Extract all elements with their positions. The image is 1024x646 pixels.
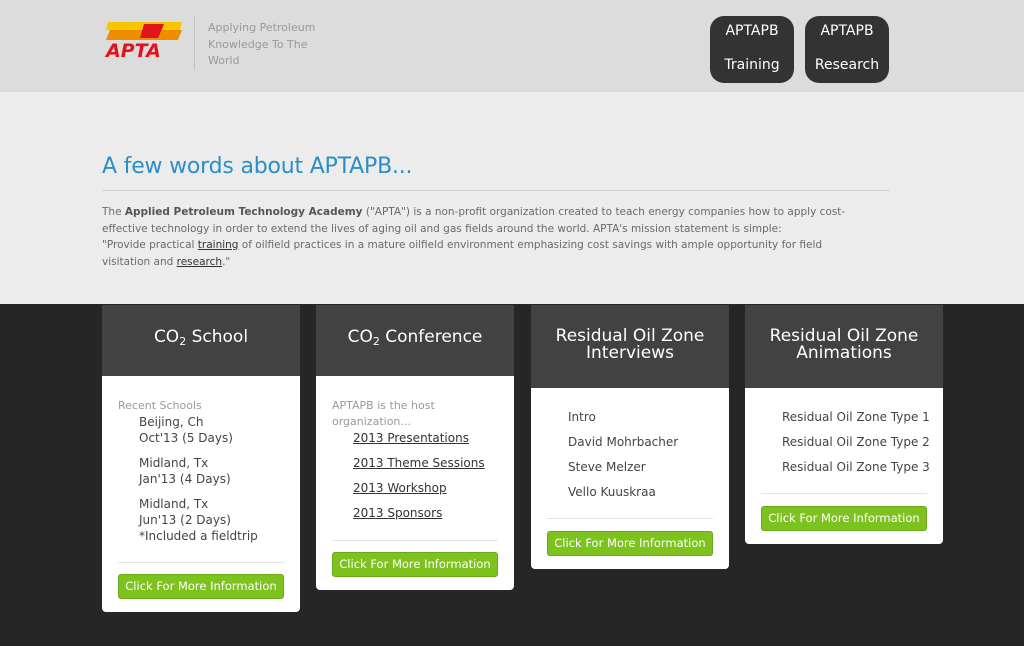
roz-animations-card: Residual Oil Zone Animations Residual Oi…	[745, 305, 943, 544]
card-title: Residual Oil Zone Animations	[745, 305, 943, 388]
theme-sessions-link[interactable]: 2013 Theme Sessions	[353, 451, 485, 476]
about-divider	[102, 190, 890, 191]
about-text-the: The	[102, 206, 125, 218]
interview-list: Intro David Mohrbacher Steve Melzer Vell…	[568, 405, 678, 505]
animation-list: Residual Oil Zone Type 1 Residual Oil Zo…	[782, 405, 930, 480]
school-date: Jun'13 (2 Days)	[139, 513, 231, 527]
school-entry: Beijing, Ch Oct'13 (5 Days)	[139, 414, 233, 446]
presentations-link[interactable]: 2013 Presentations	[353, 426, 485, 451]
school-note: *Included a fieldtrip	[139, 529, 258, 543]
animation-item[interactable]: Residual Oil Zone Type 2	[782, 430, 930, 455]
nav-research-button[interactable]: APTAPB Research	[805, 16, 889, 83]
training-link[interactable]: training	[198, 239, 239, 251]
site-tagline: Applying Petroleum Knowledge To The Worl…	[208, 21, 316, 67]
school-location: Midland, Tx	[139, 497, 209, 511]
roz-animations-more-info-button[interactable]: Click For More Information	[761, 506, 927, 531]
roz-interviews-card: Residual Oil Zone Interviews Intro David…	[531, 305, 729, 569]
card-divider	[547, 518, 713, 519]
nav-training-label-1: APTAPB	[725, 23, 779, 39]
card-title-text: Conference	[379, 327, 483, 347]
interview-item[interactable]: Intro	[568, 405, 678, 430]
apta-logo[interactable]: APTA	[104, 20, 182, 60]
about-section: A few words about APTAPB... The Applied …	[0, 92, 1024, 304]
school-entry: Midland, Tx Jan'13 (4 Days)	[139, 455, 231, 487]
interview-item[interactable]: Steve Melzer	[568, 455, 678, 480]
sponsors-link[interactable]: 2013 Sponsors	[353, 501, 485, 526]
nav-training-button[interactable]: APTAPB Training	[710, 16, 794, 83]
mission-text-end: ."	[222, 255, 231, 268]
school-location: Midland, Tx	[139, 456, 209, 470]
animation-item[interactable]: Residual Oil Zone Type 1	[782, 405, 930, 430]
mission-text-start: "Provide practical	[102, 239, 198, 251]
about-text: The Applied Petroleum Technology Academy…	[102, 204, 862, 270]
card-divider	[332, 540, 498, 541]
co2-conference-card: CO2 Conference APTAPB is the host organi…	[316, 305, 514, 590]
site-header: APTA Applying Petroleum Knowledge To The…	[0, 0, 1024, 92]
school-location: Beijing, Ch	[139, 415, 204, 429]
nav-research-label-1: APTAPB	[820, 23, 874, 39]
card-title-line: Interviews	[586, 343, 674, 363]
card-divider	[761, 493, 927, 494]
card-title-text: CO	[153, 327, 180, 347]
logo-text: APTA	[104, 40, 161, 60]
card-title-subscript: 2	[372, 335, 380, 348]
recent-schools-label: Recent Schools	[118, 399, 202, 412]
card-title-line: Animations	[796, 343, 892, 363]
school-entry: Midland, Tx Jun'13 (2 Days) *Included a …	[139, 496, 258, 544]
research-link[interactable]: research	[177, 256, 222, 268]
nav-research-label-2: Research	[814, 57, 880, 73]
card-title: CO2 Conference	[316, 305, 514, 376]
card-title: Residual Oil Zone Interviews	[531, 305, 729, 388]
workshop-link[interactable]: 2013 Workshop	[353, 476, 485, 501]
school-date: Oct'13 (5 Days)	[139, 431, 233, 445]
card-divider	[118, 562, 284, 563]
card-title-text: School	[186, 327, 249, 347]
about-title: A few words about APTAPB...	[102, 154, 413, 179]
about-org-name: Applied Petroleum Technology Academy	[124, 206, 363, 218]
co2-school-more-info-button[interactable]: Click For More Information	[118, 574, 284, 599]
co2-school-card: CO2 School Recent Schools Beijing, Ch Oc…	[102, 305, 300, 612]
interview-item[interactable]: Vello Kuuskraa	[568, 480, 678, 505]
nav-training-label-2: Training	[724, 57, 780, 73]
animation-item[interactable]: Residual Oil Zone Type 3	[782, 455, 930, 480]
interview-item[interactable]: David Mohrbacher	[568, 430, 678, 455]
conference-links: 2013 Presentations 2013 Theme Sessions 2…	[353, 426, 485, 526]
card-title-text: CO	[347, 327, 373, 347]
roz-interviews-more-info-button[interactable]: Click For More Information	[547, 531, 713, 556]
co2-conference-more-info-button[interactable]: Click For More Information	[332, 552, 498, 577]
logo-divider	[194, 16, 195, 70]
card-title: CO2 School	[102, 305, 300, 376]
school-date: Jan'13 (4 Days)	[139, 472, 231, 486]
